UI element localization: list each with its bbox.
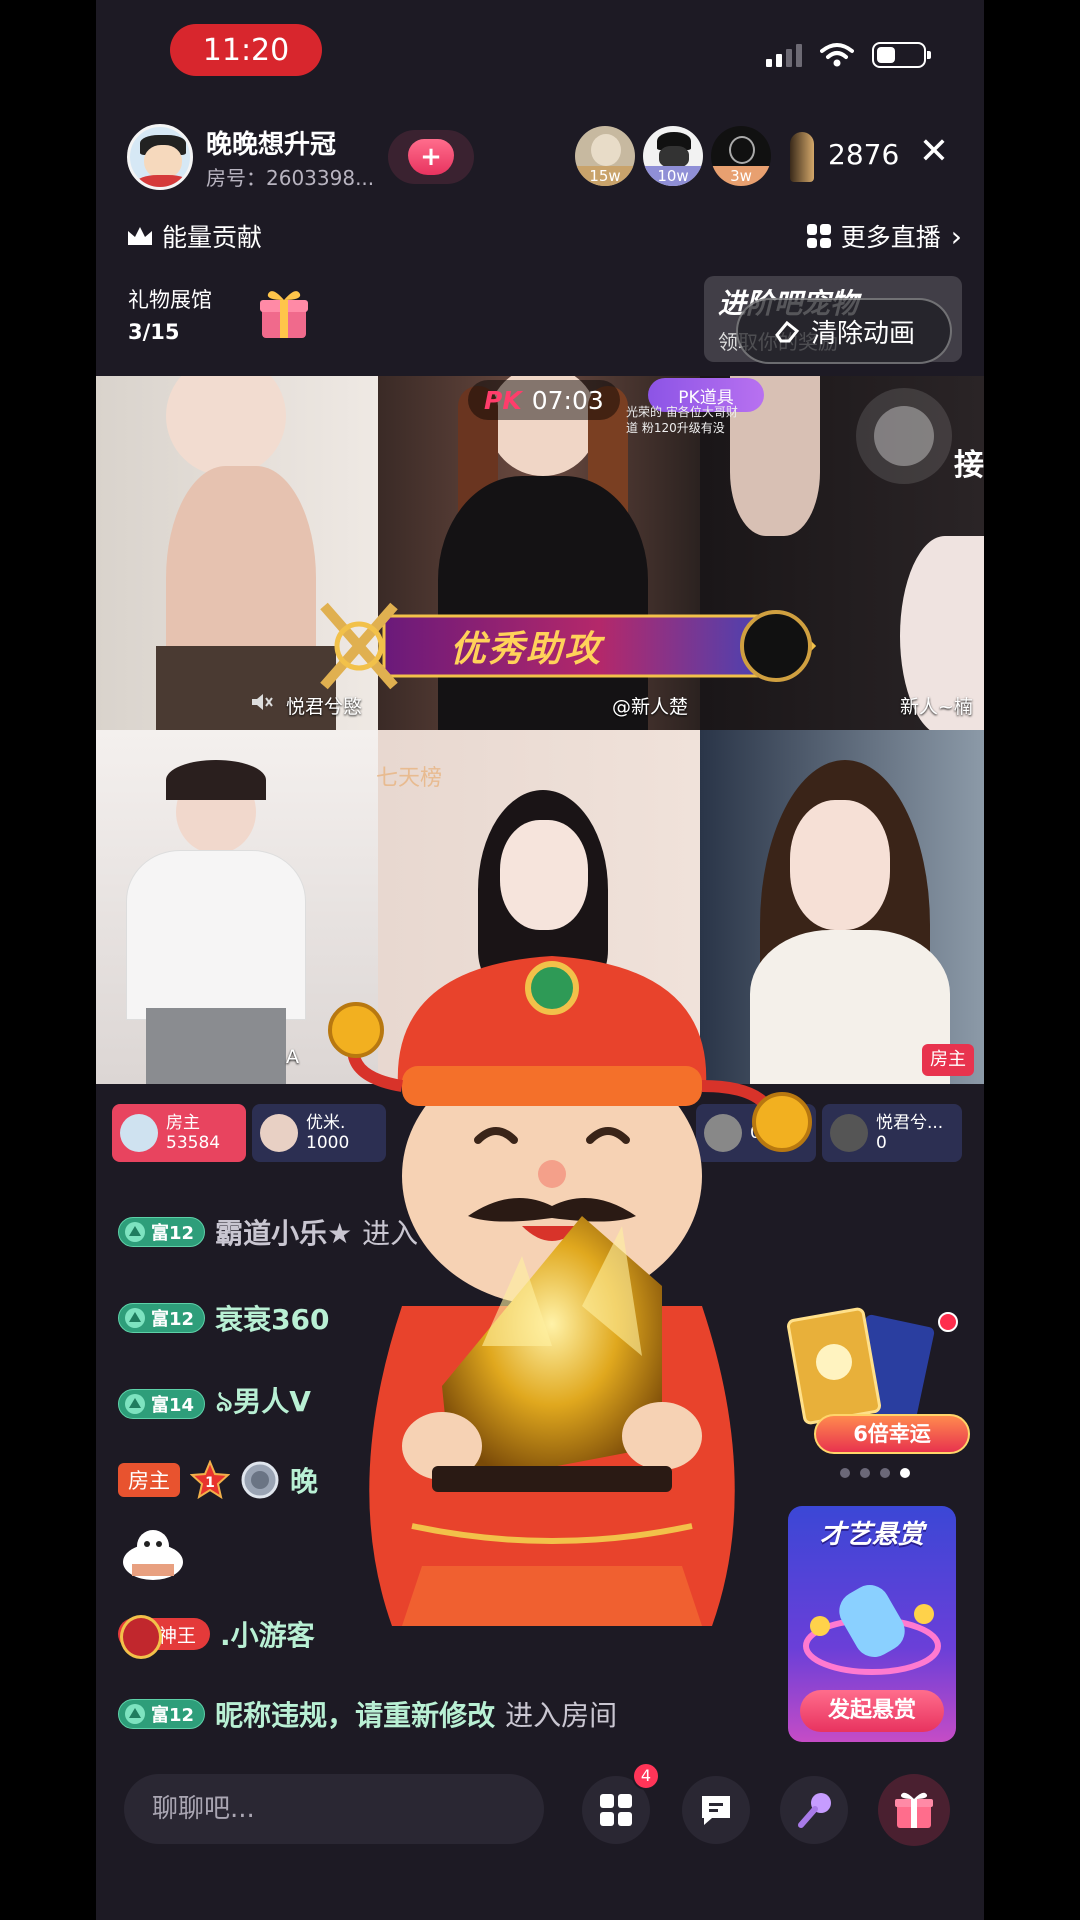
status-icons <box>766 42 931 68</box>
follow-button[interactable]: + <box>388 130 474 184</box>
chat-message[interactable]: 房主 1 晚 <box>118 1460 318 1500</box>
grid-icon <box>806 224 831 248</box>
microphone-icon <box>798 1793 831 1828</box>
crown-icon <box>128 227 152 245</box>
pk-note: 光荣的 宙各位大哥财道 粉120升级有没 <box>626 405 738 435</box>
energy-contribution-link[interactable]: 能量贡献 <box>126 218 262 254</box>
live-room-screen: 11:20 晚晚想升冠 房号：2603398... + 15w 10w 3w 2… <box>96 0 984 1920</box>
gift-button[interactable] <box>878 1774 950 1846</box>
top-viewer-2[interactable]: 10w <box>643 126 703 186</box>
host-badge: 房主 <box>118 1463 180 1497</box>
video-tile-4[interactable] <box>96 730 378 1084</box>
heart-plus-icon: + <box>408 139 454 175</box>
chat-message[interactable]: 富12 昵称违规，请重新修改 进入房间 <box>118 1694 617 1734</box>
video-tile-6[interactable] <box>700 730 984 1084</box>
chat-input[interactable]: 聊聊吧... <box>124 1774 544 1844</box>
floating-assist-ball[interactable] <box>856 388 952 484</box>
pk-time: 07:03 <box>531 385 604 415</box>
avatar <box>260 1114 298 1152</box>
mic-button[interactable] <box>780 1776 848 1844</box>
tile-label-1: 悦君兮愍 <box>286 696 363 718</box>
talent-reward-title: 才艺悬赏 <box>819 1520 924 1550</box>
chat-message[interactable] <box>118 1528 188 1582</box>
wealth-level-badge: 富12 <box>118 1217 206 1247</box>
start-reward-button[interactable]: 发起悬赏 <box>800 1690 944 1732</box>
wifi-icon <box>820 43 854 67</box>
assist-banner-text: 优秀助攻 <box>450 629 603 670</box>
chat-message[interactable]: 富12 霸道小乐★ 进入 <box>118 1212 418 1252</box>
viewer-avatar-partial[interactable] <box>790 132 814 182</box>
chevron-right-icon: › <box>950 219 962 253</box>
host-avatar[interactable] <box>127 124 193 190</box>
message-button[interactable] <box>682 1776 750 1844</box>
room-number: 房号：2603398... <box>206 166 375 190</box>
signal-icon <box>766 43 802 67</box>
avatar <box>704 1114 742 1152</box>
chat-message[interactable]: 富14 ৯男人V <box>118 1380 311 1427</box>
medal-icon <box>241 1461 279 1499</box>
notification-dot <box>938 1312 958 1332</box>
more-live-label: 更多直播 <box>840 223 941 252</box>
score-guest-3[interactable]: 悦君兮... 0 <box>822 1104 962 1162</box>
tile-side-text: 接 <box>954 448 984 483</box>
viewer-count[interactable]: 2876 <box>828 138 899 171</box>
svg-text:1: 1 <box>205 1475 215 1491</box>
top-viewer-1[interactable]: 15w <box>575 126 635 186</box>
weekly-rank-tag: 七天榜 <box>376 766 443 791</box>
mute-icon[interactable] <box>250 692 274 712</box>
score-guest-1[interactable]: 优米. 1000 <box>252 1104 386 1162</box>
apps-count-badge: 4 <box>632 1762 660 1790</box>
clear-animation-button[interactable]: 清除动画 <box>736 298 952 364</box>
avatar <box>120 1114 158 1152</box>
battery-icon <box>872 42 931 68</box>
status-time: 11:20 <box>170 24 322 76</box>
microphone-illustration-icon <box>803 1585 941 1675</box>
rank-star-icon: 1 <box>190 1460 230 1500</box>
left-letterbox <box>0 0 96 1920</box>
wealth-level-badge: 富12 <box>118 1699 206 1729</box>
avatar <box>830 1114 868 1152</box>
gift-box-icon[interactable] <box>258 286 310 340</box>
gift-icon <box>895 1792 933 1828</box>
score-guest-2[interactable]: 0 <box>696 1104 816 1162</box>
more-live-link[interactable]: 更多直播 › <box>806 218 962 254</box>
chat-message[interactable]: 神王 .小游客 <box>118 1614 315 1659</box>
gift-hall-progress: 3/15 <box>128 320 180 344</box>
apps-grid-icon <box>600 1794 632 1826</box>
tile-label-3: 新人~楠 <box>900 696 973 718</box>
host-name[interactable]: 晚晚想升冠 <box>206 124 336 161</box>
viewer-badge: 3w <box>711 166 771 186</box>
pk-label: PK <box>484 385 522 415</box>
right-letterbox <box>984 0 1080 1920</box>
god-king-badge: 神王 <box>118 1615 211 1659</box>
pk-video-grid <box>96 376 984 1084</box>
top-viewer-3[interactable]: 3w <box>711 126 771 186</box>
pk-timer: PK 07:03 <box>468 380 620 420</box>
lucky-multiplier-badge[interactable]: 6倍幸运 <box>814 1414 970 1454</box>
wealth-level-badge: 富12 <box>118 1303 206 1333</box>
chat-message[interactable]: 富12 衰衰360 <box>118 1298 330 1338</box>
close-icon[interactable]: ✕ <box>914 132 954 172</box>
viewer-badge: 10w <box>643 166 703 186</box>
cartoon-avatar-icon <box>123 1530 183 1580</box>
tile-label-4: A <box>286 1046 299 1068</box>
score-host[interactable]: 房主 53584 <box>112 1104 246 1162</box>
clear-animation-label: 清除动画 <box>810 318 915 349</box>
energy-label: 能量贡献 <box>162 223 263 252</box>
carousel-dots <box>840 1468 910 1478</box>
talent-reward-card[interactable]: 才艺悬赏 发起悬赏 <box>788 1506 956 1742</box>
gift-hall[interactable]: 礼物展馆 3/15 <box>128 284 212 348</box>
wealth-level-badge: 富14 <box>118 1388 206 1419</box>
eraser-icon <box>775 320 800 343</box>
tile-label-2: @新人楚 <box>612 696 689 718</box>
message-icon <box>702 1796 730 1825</box>
gift-hall-label: 礼物展馆 <box>128 288 212 312</box>
viewer-badge: 15w <box>575 166 635 186</box>
host-tag: 房主 <box>922 1044 974 1076</box>
